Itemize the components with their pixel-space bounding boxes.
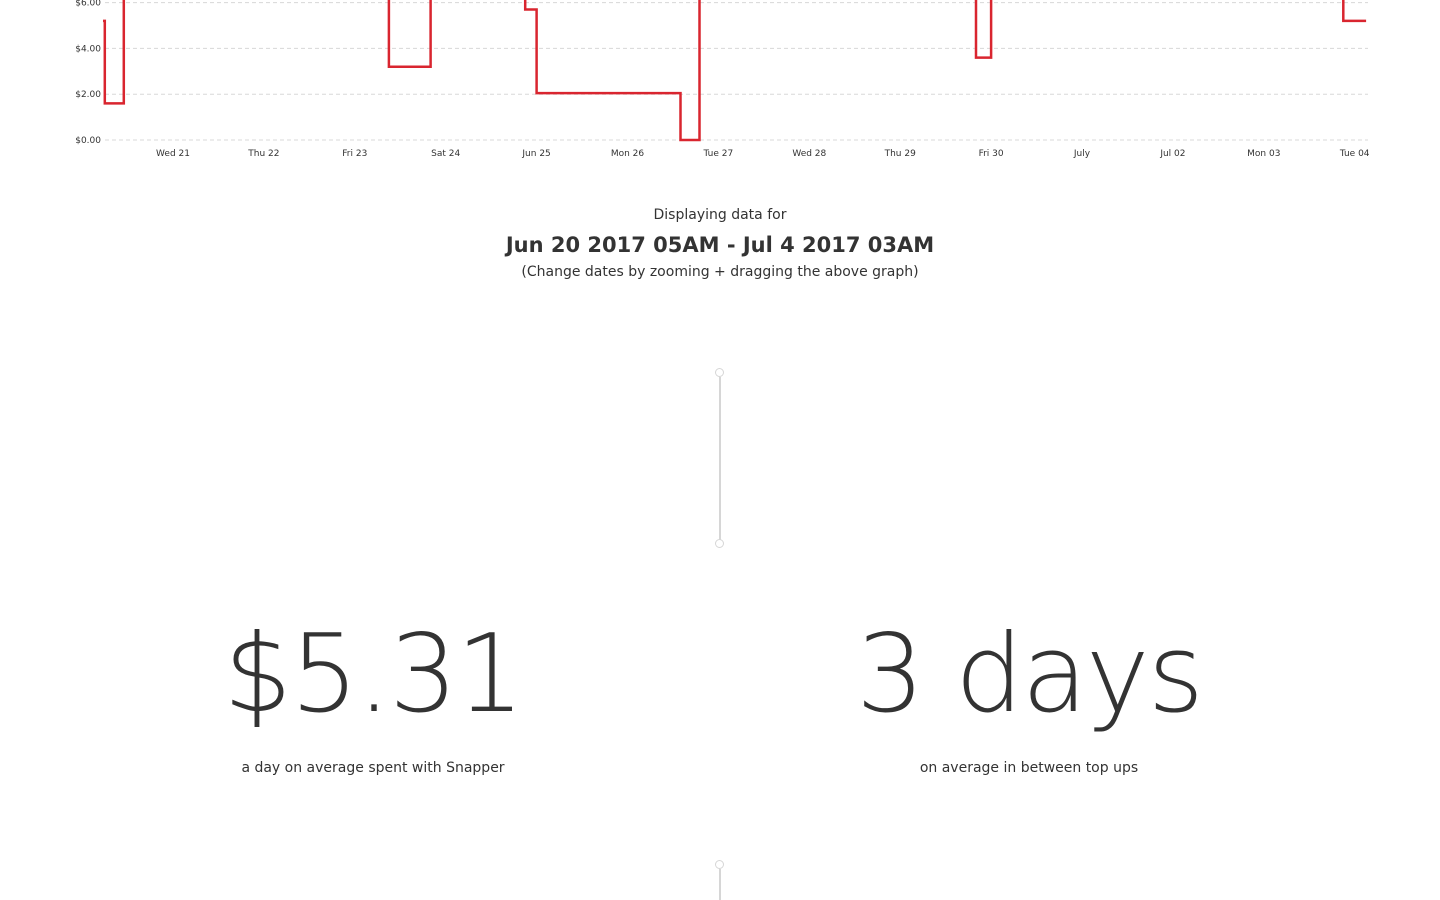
top-up-interval-value: 3 days — [856, 612, 1204, 737]
balance-series-line — [103, 0, 1367, 142]
y-tick-label: $0.00 — [75, 136, 101, 146]
x-tick-label: Mon 26 — [611, 149, 645, 159]
spending-chart[interactable]: $0.00 $2.00 $4.00 $6.00 Wed 21 Thu 22 Fri 23 Sa… — [0, 0, 1440, 170]
timeline-node-top-end — [714, 539, 724, 548]
daily-spend-stat: $5.31 a day on average spent with Snappe… — [93, 600, 653, 776]
timeline-node-bottom-start — [714, 860, 724, 869]
x-tick-label: Tue 27 — [703, 149, 734, 159]
x-tick-label: July — [1073, 149, 1091, 159]
top-up-interval-caption: on average in between top ups — [919, 760, 1139, 776]
x-tick-label: Thu 22 — [247, 149, 279, 159]
x-tick-label: Jul 02 — [1159, 149, 1185, 159]
range-intro: Displaying data for — [653, 207, 787, 223]
y-tick-label: $2.00 — [75, 90, 101, 100]
y-tick-label: $4.00 — [75, 44, 101, 54]
top-up-interval-stat: 3 days on average in between top ups — [749, 600, 1309, 776]
x-tick-label: Tue 04 — [1339, 149, 1370, 159]
x-tick-label: Sat 24 — [431, 149, 460, 159]
timeline-node-top-start — [714, 368, 724, 377]
timeline-connector-top — [719, 377, 721, 540]
daily-spend-value: $5.31 — [223, 612, 524, 737]
range-hint: (Change dates by zooming + dragging the … — [521, 264, 919, 280]
x-tick-label: Fri 30 — [979, 149, 1004, 159]
daily-spend-caption: a day on average spent with Snapper — [241, 760, 505, 776]
spending-chart-svg[interactable]: $0.00 $2.00 $4.00 $6.00 Wed 21 Thu 22 Fri 23 Sa… — [0, 0, 1440, 170]
x-tick-label: Thu 29 — [884, 149, 916, 159]
x-tick-label: Wed 21 — [156, 149, 190, 159]
x-tick-label: Fri 23 — [342, 149, 367, 159]
x-tick-label: Jun 25 — [521, 149, 550, 159]
y-tick-label: $6.00 — [75, 0, 101, 9]
range-dates: Jun 20 2017 05AM - Jul 4 2017 03AM — [505, 233, 935, 257]
x-tick-label: Mon 03 — [1247, 149, 1280, 159]
timeline-connector-bottom — [719, 869, 721, 900]
date-range-block: Displaying data for Jun 20 2017 05AM - J… — [0, 205, 1440, 282]
x-tick-label: Wed 28 — [792, 149, 826, 159]
